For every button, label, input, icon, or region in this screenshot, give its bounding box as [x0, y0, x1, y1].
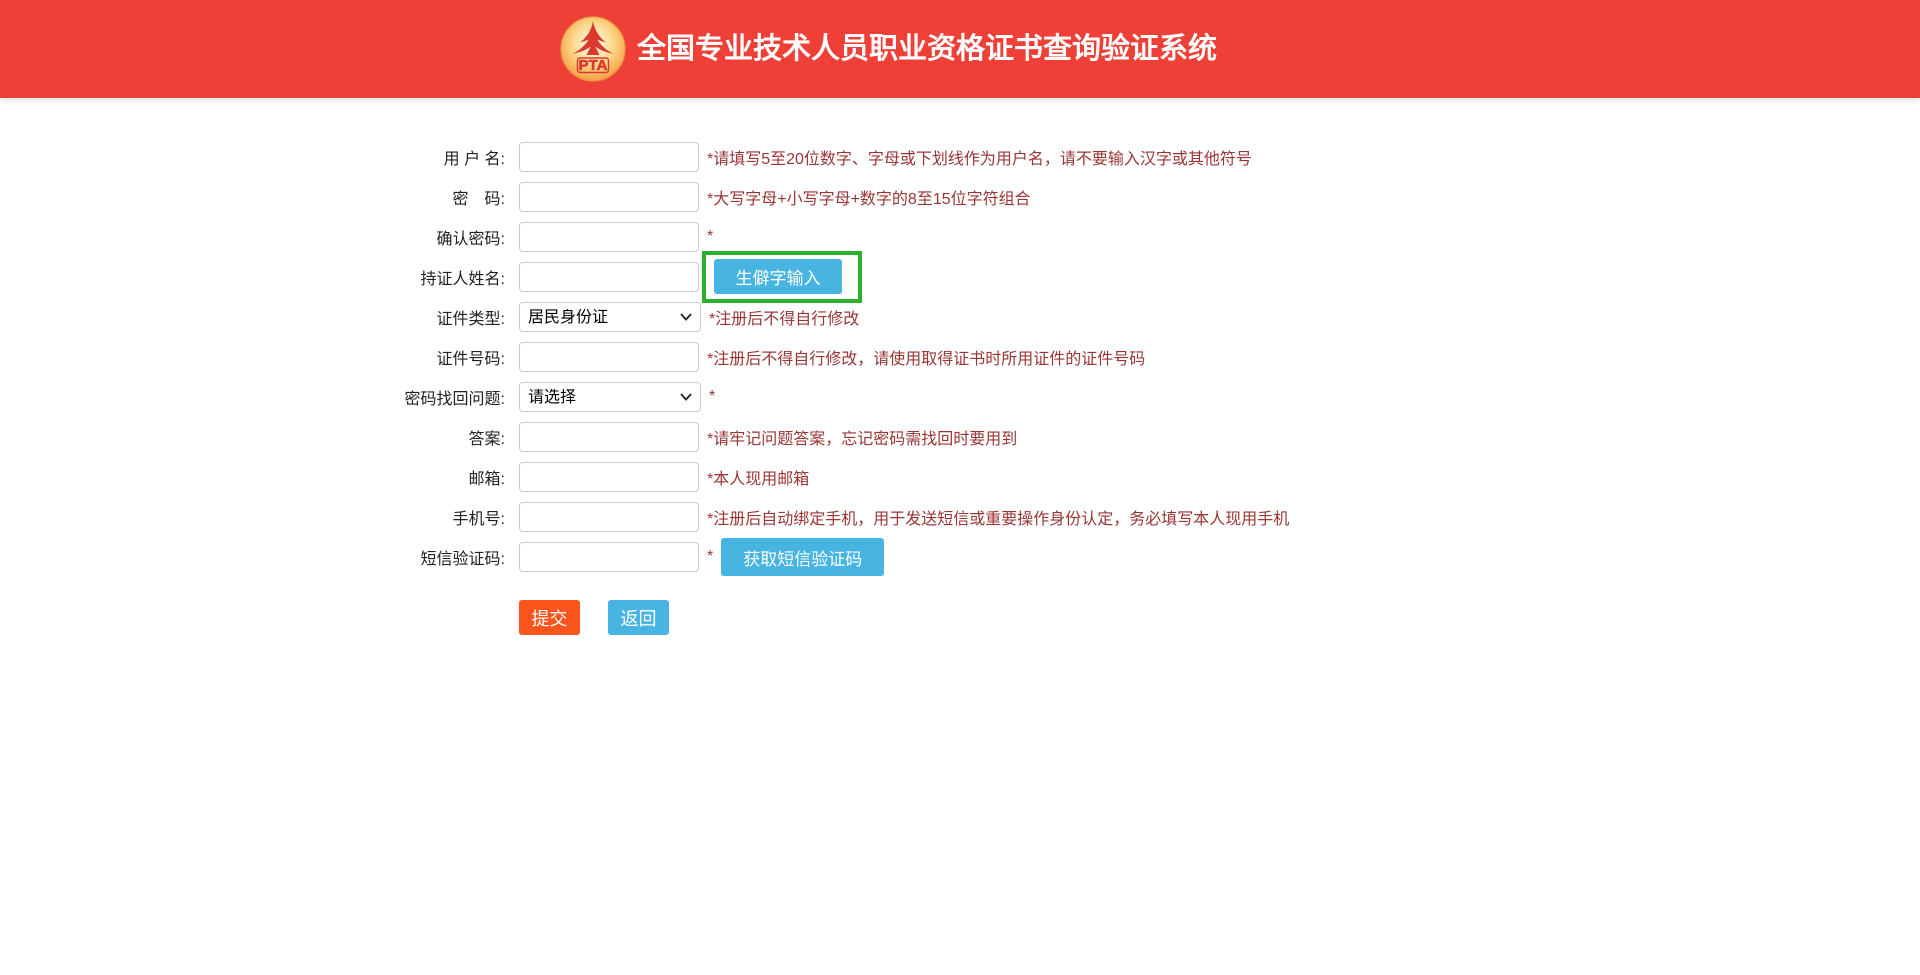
- email-hint: *本人现用邮箱: [707, 465, 809, 489]
- form-row-recovery-question: 密码找回问题: 请选择 *: [0, 377, 1920, 417]
- mobile-hint: *注册后自动绑定手机，用于发送短信或重要操作身份认定，务必填写本人现用手机: [707, 505, 1289, 529]
- app-header: PTA 全国专业技术人员职业资格证书查询验证系统: [0, 0, 1920, 98]
- submit-button[interactable]: 提交: [519, 600, 580, 635]
- recovery-question-label: 密码找回问题:: [0, 385, 505, 409]
- sms-code-label: 短信验证码:: [0, 545, 505, 569]
- form-row-email: 邮箱: *本人现用邮箱: [0, 457, 1920, 497]
- id-number-input[interactable]: [519, 342, 699, 372]
- holder-name-input[interactable]: [519, 262, 699, 292]
- mobile-input[interactable]: [519, 502, 699, 532]
- confirm-password-input[interactable]: [519, 222, 699, 252]
- svg-text:PTA: PTA: [579, 57, 608, 74]
- username-label: 用 户 名:: [0, 145, 505, 169]
- email-input[interactable]: [519, 462, 699, 492]
- username-input[interactable]: [519, 142, 699, 172]
- form-row-mobile: 手机号: *注册后自动绑定手机，用于发送短信或重要操作身份认定，务必填写本人现用…: [0, 497, 1920, 537]
- form-actions: 提交 返回: [519, 600, 1920, 635]
- answer-hint: *请牢记问题答案，忘记密码需找回时要用到: [707, 425, 1017, 449]
- sms-code-hint: *: [707, 548, 713, 566]
- form-row-answer: 答案: *请牢记问题答案，忘记密码需找回时要用到: [0, 417, 1920, 457]
- answer-input[interactable]: [519, 422, 699, 452]
- confirm-password-hint: *: [707, 228, 713, 246]
- email-label: 邮箱:: [0, 465, 505, 489]
- form-row-id-type: 证件类型: 居民身份证 *注册后不得自行修改: [0, 297, 1920, 337]
- form-row-holder-name: 持证人姓名: 生僻字输入: [0, 257, 1920, 297]
- rare-character-input-button[interactable]: 生僻字输入: [714, 259, 842, 294]
- form-row-password: 密 码: *大写字母+小写字母+数字的8至15位字符组合: [0, 177, 1920, 217]
- id-type-label: 证件类型:: [0, 305, 505, 329]
- form-row-username: 用 户 名: *请填写5至20位数字、字母或下划线作为用户名，请不要输入汉字或其…: [0, 137, 1920, 177]
- mobile-label: 手机号:: [0, 505, 505, 529]
- id-number-hint: *注册后不得自行修改，请使用取得证书时所用证件的证件号码: [707, 345, 1145, 369]
- get-sms-code-button[interactable]: 获取短信验证码: [721, 538, 884, 576]
- form-row-id-number: 证件号码: *注册后不得自行修改，请使用取得证书时所用证件的证件号码: [0, 337, 1920, 377]
- pta-logo-icon: PTA: [560, 16, 626, 82]
- confirm-password-label: 确认密码:: [0, 225, 505, 249]
- registration-form: 用 户 名: *请填写5至20位数字、字母或下划线作为用户名，请不要输入汉字或其…: [0, 98, 1920, 635]
- id-type-select[interactable]: 居民身份证: [519, 302, 701, 332]
- sms-code-input[interactable]: [519, 542, 699, 572]
- page-title: 全国专业技术人员职业资格证书查询验证系统: [637, 0, 1217, 98]
- password-label: 密 码:: [0, 185, 505, 209]
- back-button[interactable]: 返回: [608, 600, 669, 635]
- recovery-question-hint: *: [709, 388, 715, 406]
- password-input[interactable]: [519, 182, 699, 212]
- rare-char-highlight-box: 生僻字输入: [702, 251, 862, 303]
- recovery-question-select-wrap: 请选择: [519, 382, 701, 412]
- recovery-question-select[interactable]: 请选择: [519, 382, 701, 412]
- id-number-label: 证件号码:: [0, 345, 505, 369]
- holder-name-label: 持证人姓名:: [0, 265, 505, 289]
- password-hint: *大写字母+小写字母+数字的8至15位字符组合: [707, 185, 1031, 209]
- id-type-select-wrap: 居民身份证: [519, 302, 701, 332]
- answer-label: 答案:: [0, 425, 505, 449]
- id-type-hint: *注册后不得自行修改: [709, 305, 859, 329]
- form-row-sms-code: 短信验证码: * 获取短信验证码: [0, 537, 1920, 577]
- username-hint: *请填写5至20位数字、字母或下划线作为用户名，请不要输入汉字或其他符号: [707, 145, 1252, 169]
- form-row-confirm-password: 确认密码: *: [0, 217, 1920, 257]
